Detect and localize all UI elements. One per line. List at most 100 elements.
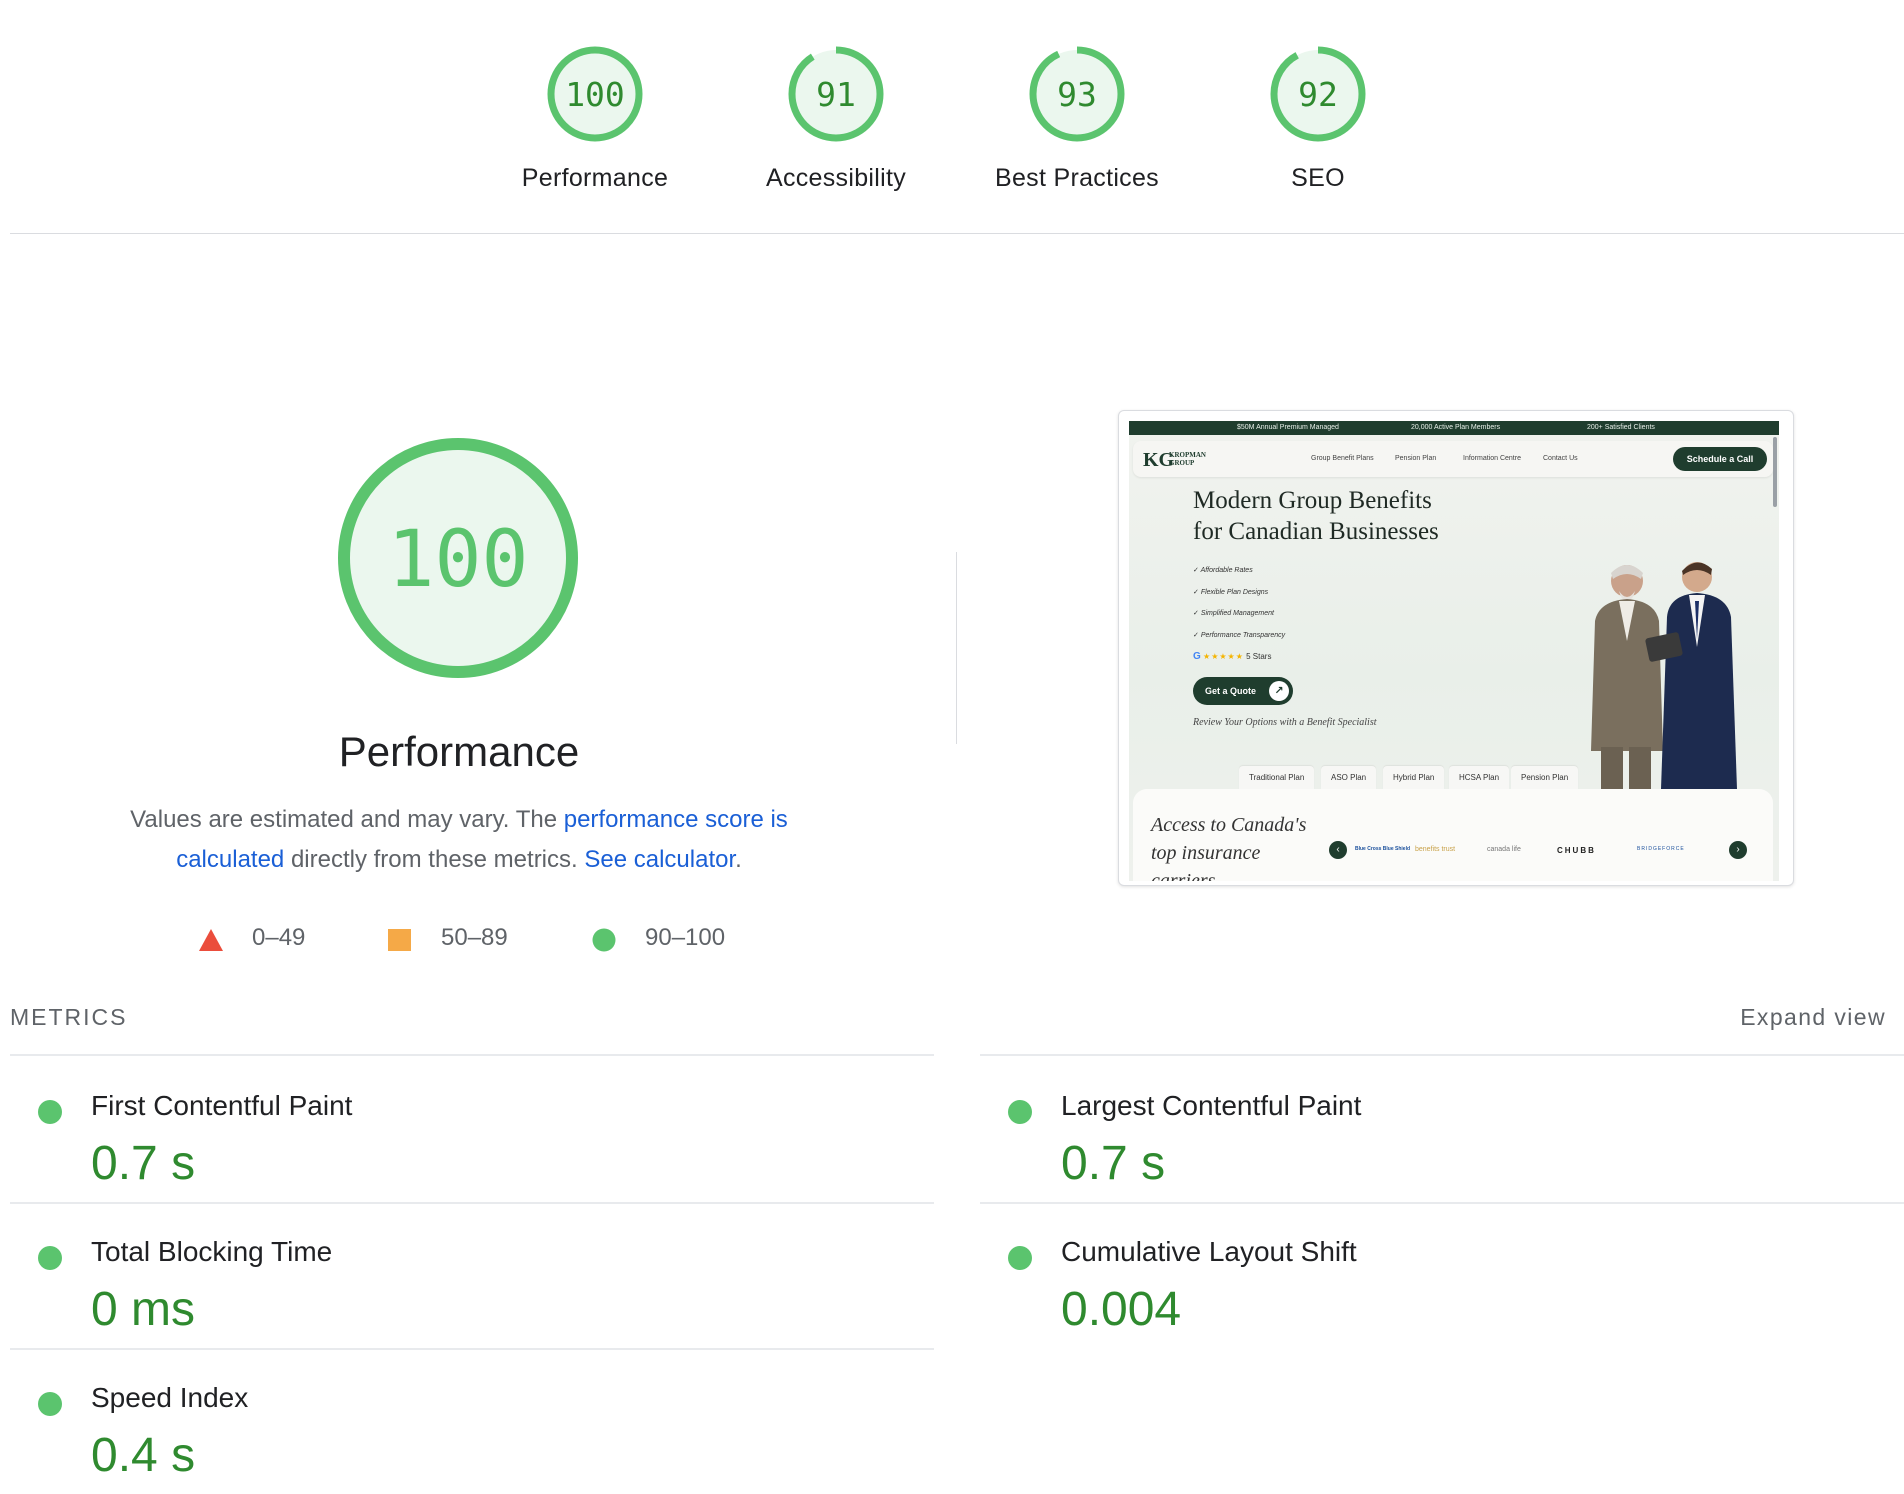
score-legend: 0–49 50–89 90–100 [0, 924, 918, 958]
pass-icon [1008, 1246, 1032, 1270]
category-gauges: 100 Performance 91 Accessibility 93 Best… [0, 0, 1904, 234]
metric-fcp: First Contentful Paint 0.7 s [10, 1056, 940, 1204]
gauge-ring: 91 [788, 46, 884, 142]
gauge-accessibility[interactable]: 91 Accessibility [716, 44, 956, 193]
nav-link: Pension Plan [1395, 455, 1437, 462]
chevron-right-icon: › [1729, 841, 1747, 859]
desc-text: Values are estimated and may vary. The [130, 806, 564, 833]
metric-title: Speed Index [91, 1382, 249, 1413]
gauge-best-practices[interactable]: 93 Best Practices [957, 44, 1197, 193]
plan-tab: Traditional Plan [1239, 766, 1315, 790]
gauge-label: Accessibility [765, 164, 907, 192]
desc-text: . [735, 846, 742, 873]
google-rating: G ★★★★★ 5 Stars [1193, 651, 1271, 662]
stars-icon: ★★★★★ [1203, 652, 1244, 661]
carriers-line: carriers [1151, 870, 1216, 881]
top-divider [10, 233, 1904, 234]
carrier-logo: Blue Cross Blue Shield [1355, 846, 1411, 852]
metric-value: 0.7 s [91, 1137, 196, 1190]
metric-speed-index: Speed Index 0.4 s [10, 1348, 940, 1494]
check-item: ✓ Simplified Management [1193, 610, 1274, 617]
gauge-ring: 92 [1270, 46, 1366, 142]
topbar-stat: $50M Annual Premium Managed [1237, 424, 1339, 431]
review-text: Review Your Options with a Benefit Speci… [1193, 717, 1377, 728]
hero-line: Modern Group Benefits [1193, 487, 1432, 514]
plan-tab: HCSA Plan [1449, 766, 1510, 790]
google-icon: G [1193, 651, 1201, 662]
screenshot-page: $50M Annual Premium Managed 20,000 Activ… [1129, 421, 1779, 881]
carrier-logo: benefits trust [1415, 846, 1456, 853]
nav-link: Group Benefit Plans [1311, 455, 1374, 462]
hero-line: for Canadian Businesses [1193, 518, 1439, 545]
topbar-stat: 200+ Satisfied Clients [1587, 424, 1655, 431]
chevron-left-icon: ‹ [1329, 841, 1347, 859]
carriers-line: top insurance [1151, 842, 1261, 864]
check-item: ✓ Performance Transparency [1193, 631, 1286, 639]
people-image [1591, 562, 1737, 789]
metric-title: Total Blocking Time [91, 1236, 333, 1267]
site-logo-text: KROPMAN GROUP [1169, 451, 1206, 467]
legend-range: 90–100 [645, 924, 726, 951]
metric-value: 0.7 s [1061, 1137, 1166, 1190]
metric-tbt: Total Blocking Time 0 ms [10, 1202, 940, 1350]
logo-text: KROPMAN [1169, 451, 1206, 459]
plan-tab: Hybrid Plan [1383, 766, 1445, 790]
plan-tab: ASO Plan [1321, 766, 1377, 790]
desc-text: directly from these metrics. [284, 846, 585, 873]
circle-icon [592, 928, 616, 952]
logo-text: GROUP [1169, 459, 1195, 467]
carriers-heading: Access to Canada's top insurance carrier… [1151, 811, 1306, 881]
hero-checklist: ✓ Affordable Rates ✓ Flexible Plan Desig… [1193, 560, 1285, 646]
gauge-label: SEO [1291, 164, 1345, 192]
get-quote-button: Get a Quote ↗ [1193, 677, 1293, 705]
gauge-ring: 100 [547, 46, 643, 142]
gauge-ring: 93 [1029, 46, 1125, 142]
expand-view-button[interactable]: Expand view [1740, 1004, 1886, 1031]
carrier-logo: BRIDGEFORCE [1637, 846, 1685, 852]
check-item: ✓ Affordable Rates [1193, 567, 1253, 574]
topbar-stat: 20,000 Active Plan Members [1411, 424, 1501, 431]
nav-link: Contact Us [1543, 455, 1578, 462]
quote-label: Get a Quote [1205, 686, 1257, 696]
gauge-label: Best Practices [995, 164, 1159, 192]
carriers-line: Access to Canada's [1151, 814, 1307, 836]
hero-title: Modern Group Benefits for Canadian Busine… [1193, 485, 1439, 547]
gauge-performance[interactable]: 100 Performance [475, 44, 715, 193]
check-text: Affordable Rates [1200, 567, 1253, 574]
gauge-label: Performance [521, 164, 669, 192]
metric-cls: Cumulative Layout Shift 0.004 [980, 1202, 1904, 1348]
metric-value: 0.4 s [91, 1429, 196, 1482]
plan-tab: Pension Plan [1511, 766, 1579, 790]
carriers-section: Access to Canada's top insurance carrier… [1133, 789, 1773, 881]
carrier-logo: CHUBB [1557, 846, 1596, 855]
pass-icon [38, 1246, 62, 1270]
square-icon [388, 929, 411, 951]
pass-icon [1008, 1100, 1032, 1124]
performance-gauge-ring: 100 [338, 438, 578, 678]
metric-lcp: Largest Contentful Paint 0.7 s [980, 1056, 1904, 1204]
triangle-icon [199, 929, 223, 951]
gauge-score: 91 [816, 75, 856, 114]
nav-link: Information Centre [1463, 455, 1521, 462]
carrier-logos: ‹ Blue Cross Blue Shield benefits trust … [1329, 841, 1749, 861]
gauge-score: 100 [565, 75, 625, 114]
metric-title: Largest Contentful Paint [1061, 1090, 1362, 1121]
announcement-bar: $50M Annual Premium Managed 20,000 Activ… [1129, 421, 1779, 435]
performance-gauge: 100 [330, 430, 586, 686]
gauge-seo[interactable]: 92 SEO [1198, 44, 1438, 193]
check-text: Flexible Plan Designs [1200, 588, 1269, 596]
check-item: ✓ Flexible Plan Designs [1193, 588, 1269, 596]
check-text: Performance Transparency [1200, 631, 1286, 639]
pass-icon [38, 1100, 62, 1124]
performance-score: 100 [388, 515, 529, 605]
see-calculator-link[interactable]: See calculator [584, 846, 735, 873]
legend-range: 0–49 [252, 924, 306, 951]
performance-description: Values are estimated and may vary. The p… [90, 800, 828, 880]
plan-tabs: Traditional Plan ASO Plan Hybrid Plan HC… [1239, 766, 1649, 790]
schedule-call-button: Schedule a Call [1673, 447, 1767, 471]
check-text: Simplified Management [1200, 610, 1274, 617]
rating-text: 5 Stars [1246, 652, 1272, 661]
metric-value: 0 ms [91, 1283, 196, 1336]
final-screenshot[interactable]: $50M Annual Premium Managed 20,000 Activ… [1118, 410, 1794, 886]
metrics-header: METRICS [10, 1004, 128, 1030]
